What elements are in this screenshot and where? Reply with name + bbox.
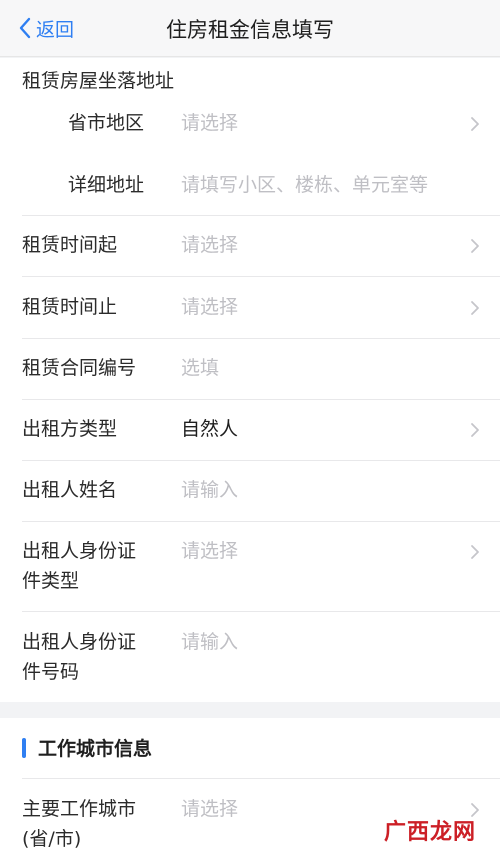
chevron-right-icon: [471, 545, 479, 559]
lessor-id-type-label-line1: 出租人身份证: [22, 540, 137, 562]
page-title: 住房租金信息填写: [166, 18, 334, 42]
section-gap: [0, 702, 500, 718]
contract-number-input[interactable]: 选填: [181, 353, 219, 383]
main-work-city-select[interactable]: 请选择: [181, 794, 238, 824]
divider: [22, 215, 500, 216]
address-section-title: 租赁房屋坐落地址: [22, 70, 175, 92]
lessor-type-label: 出租方类型: [22, 418, 118, 440]
lease-start-row[interactable]: 租赁时间起 请选择: [0, 230, 500, 270]
lessor-id-number-label-line2: 件号码: [22, 661, 80, 683]
lessor-id-type-row[interactable]: 出租人身份证 件类型 请选择: [0, 536, 500, 600]
lessor-name-label: 出租人姓名: [22, 479, 118, 501]
region-select[interactable]: 请选择: [181, 108, 238, 138]
watermark: 广西龙网: [383, 820, 476, 845]
lessor-id-number-input[interactable]: 请输入: [181, 627, 238, 657]
section-accent-bar: [22, 738, 26, 758]
contract-number-label: 租赁合同编号: [22, 357, 137, 379]
lessor-id-type-select[interactable]: 请选择: [181, 536, 238, 566]
divider: [22, 276, 500, 277]
divider: [22, 338, 500, 339]
lease-start-label: 租赁时间起: [22, 234, 118, 256]
lessor-name-input[interactable]: 请输入: [181, 475, 238, 505]
main-work-city-label-line1: 主要工作城市: [22, 798, 137, 820]
lessor-type-value[interactable]: 自然人: [181, 414, 238, 444]
lease-start-select[interactable]: 请选择: [181, 230, 238, 260]
chevron-right-icon: [471, 301, 479, 315]
divider: [22, 611, 500, 612]
region-row[interactable]: 省市地区 请选择: [0, 108, 500, 152]
lease-end-label: 租赁时间止: [22, 296, 118, 318]
lease-end-row[interactable]: 租赁时间止 请选择: [0, 292, 500, 332]
divider: [22, 521, 500, 522]
chevron-right-icon: [471, 239, 479, 253]
divider: [22, 778, 500, 779]
lessor-type-row[interactable]: 出租方类型 自然人: [0, 414, 500, 454]
divider: [22, 460, 500, 461]
main-work-city-label-line2: (省/市): [22, 828, 82, 850]
chevron-right-icon: [471, 423, 479, 437]
chevron-right-icon: [471, 117, 479, 131]
navigation-bar: 返回 住房租金信息填写: [0, 0, 500, 57]
detail-address-input[interactable]: 请填写小区、楼栋、单元室等: [181, 170, 428, 200]
lessor-id-number-label-line1: 出租人身份证: [22, 631, 137, 653]
lessor-id-type-label-line2: 件类型: [22, 570, 80, 592]
detail-address-row[interactable]: 详细地址 请填写小区、楼栋、单元室等: [0, 170, 500, 210]
lessor-id-number-row[interactable]: 出租人身份证 件号码 请输入: [0, 627, 500, 691]
lease-end-select[interactable]: 请选择: [181, 292, 238, 322]
lessor-name-row[interactable]: 出租人姓名 请输入: [0, 475, 500, 515]
contract-number-row[interactable]: 租赁合同编号 选填: [0, 353, 500, 393]
detail-address-label: 详细地址: [68, 174, 145, 196]
divider: [22, 399, 500, 400]
region-label: 省市地区: [68, 112, 145, 134]
work-city-section-title: 工作城市信息: [38, 738, 153, 760]
